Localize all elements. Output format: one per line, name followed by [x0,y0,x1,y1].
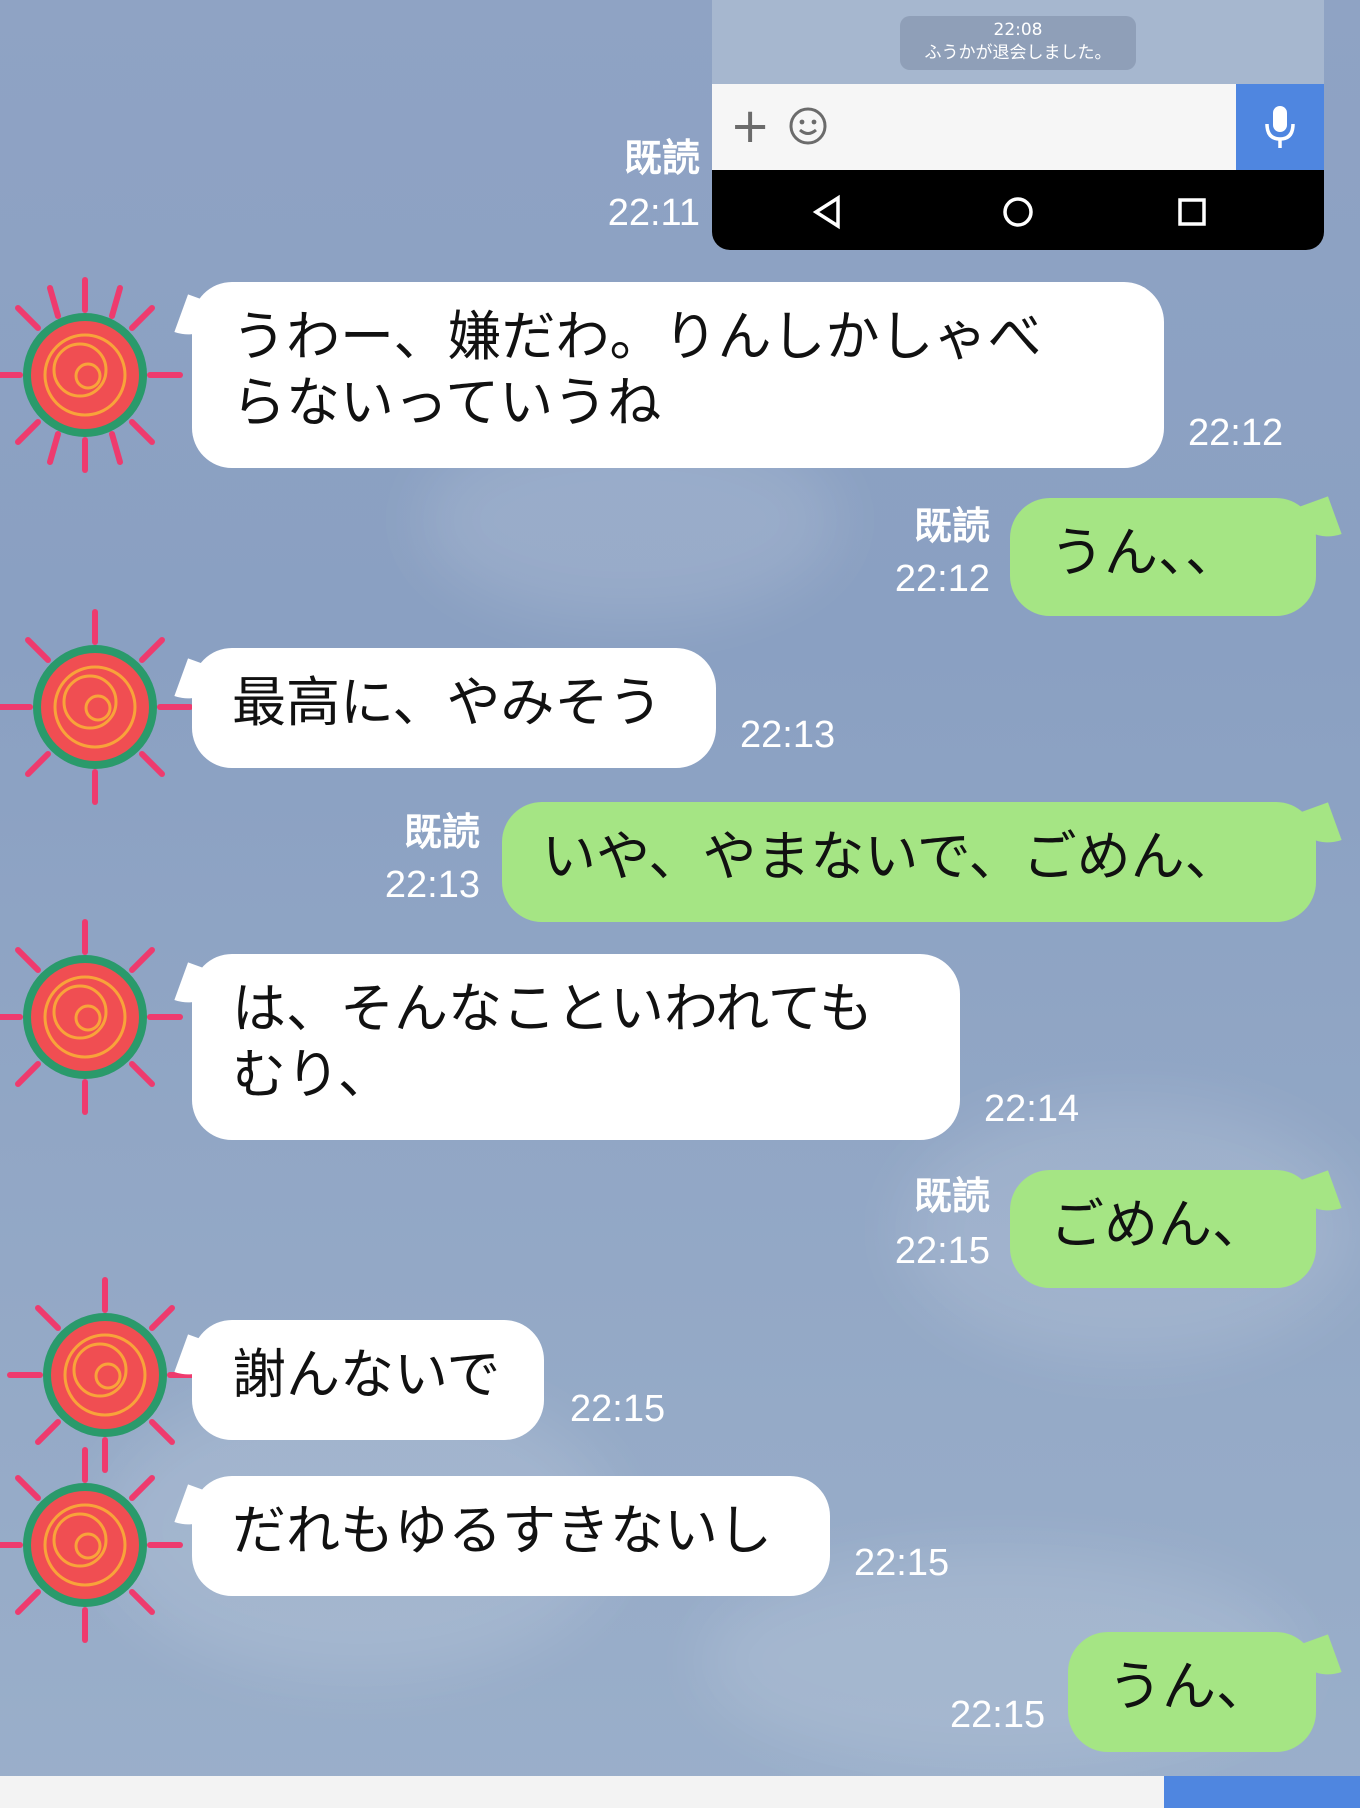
system-message: 22:08 ふうかが退会しました。 [900,16,1136,70]
read-receipt: 既読 [623,136,700,180]
mic-icon [1236,84,1324,170]
message-bubble-incoming: 謝んないで [192,1320,544,1440]
message-bubble-incoming: うわー、嫌だわ。りんしかしゃべ らないっていうね [192,282,1164,468]
message-bubble-outgoing: いや、やまないで、ごめん、 [502,802,1316,922]
avatar [0,277,183,473]
avatar [0,1447,183,1643]
read-receipt: 既読 [913,1174,990,1218]
message-time: 22:13 [740,714,836,756]
message-bubble-incoming: だれもゆるすきないし [192,1476,830,1596]
message-text-line: うわー、嫌だわ。りんしかしゃべ [232,305,1042,368]
home-icon [1003,197,1033,227]
message-bubble-outgoing: うん、 [1068,1632,1316,1752]
message-bubble-outgoing: ごめん、 [1010,1170,1316,1288]
embedded-screenshot: 22:08 ふうかが退会しました。 + [712,0,1324,250]
smile-icon [789,107,827,145]
bottom-bar [0,1776,1360,1808]
message-bubble-incoming: 最高に、やみそう [192,648,716,768]
recents-icon [1178,198,1206,226]
read-receipt: 既読 [403,810,480,854]
message-bubble-incoming: は、そんなこといわれても むり、 [192,954,960,1140]
plus-icon: + [730,98,771,154]
system-message-time: 22:08 [993,20,1043,40]
message-input-bar: + [712,84,1324,170]
message-time: 22:11 [607,192,700,234]
message-time: 22:13 [384,864,480,906]
system-message-text: ふうかが退会しました。 [924,43,1112,63]
message-text-line: むり、 [232,1043,392,1106]
message-text-line: らないっていうね [232,371,662,434]
message-text-line: は、そんなこといわれても [232,977,873,1040]
message-bubble-outgoing: うん、、 [1010,498,1316,616]
message-time: 22:12 [894,558,990,600]
read-receipt: 既読 [913,504,990,548]
bottom-action [1164,1776,1360,1808]
avatar [0,919,183,1115]
message-time: 22:15 [894,1230,990,1272]
message-time: 22:15 [950,1694,1046,1736]
message-time: 22:15 [854,1542,950,1584]
message-time: 22:15 [570,1388,666,1430]
message-time: 22:12 [1188,412,1284,454]
back-icon [812,194,840,230]
message-time: 22:14 [984,1088,1080,1130]
android-nav-bar [712,170,1324,250]
avatar [0,609,193,805]
